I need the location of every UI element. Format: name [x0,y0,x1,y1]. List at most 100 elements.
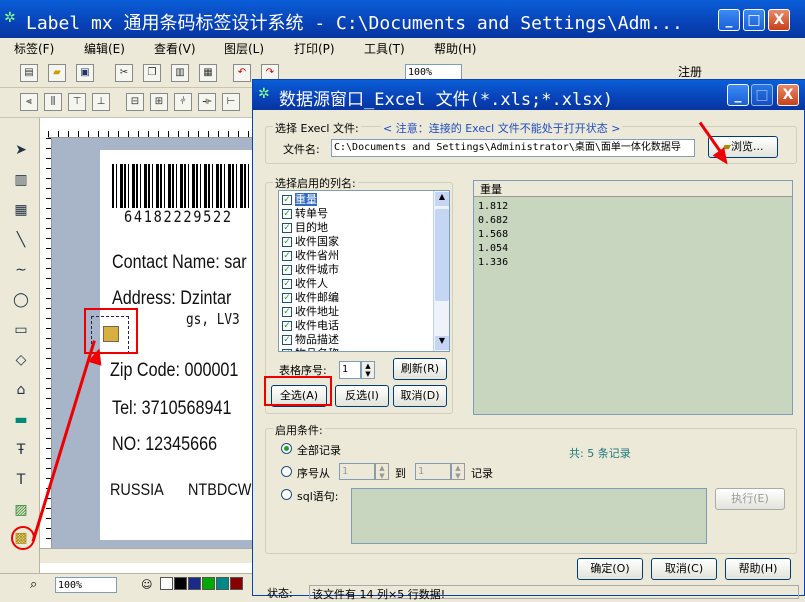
toolbar-zoom-select[interactable]: 100% [405,64,462,80]
column-item[interactable]: ✓ 转单号 [281,207,328,221]
checkbox-icon[interactable]: ✓ [282,237,292,247]
column-item[interactable]: ✓ 重量 [281,193,317,207]
save-icon[interactable]: ▣ [76,64,94,82]
ok-button[interactable]: 确定(O) [577,558,643,580]
register-button[interactable]: 注册 [678,63,702,80]
range-radio[interactable] [281,466,292,477]
checkbox-icon[interactable]: ✓ [282,223,292,233]
cut-icon[interactable]: ✂ [115,64,133,82]
magnifier-icon[interactable]: ⌕ [30,577,37,592]
clear-selection-button[interactable]: 取消(D) [393,385,447,407]
column-item[interactable]: ✓ 收件地址 [281,305,339,319]
diamond-tool-icon[interactable]: ◇ [10,350,32,370]
align-bottom-icon[interactable]: ⊥ [92,93,110,111]
distribute-v-icon[interactable]: ⟛ [198,93,216,111]
column-item[interactable]: ✓ 收件城市 [281,263,339,277]
address-text-line2[interactable]: gs, LV3 [186,310,240,328]
grid-cell[interactable]: 1.812 [478,201,508,212]
menu-layer[interactable]: 图层(L) [224,40,264,57]
contact-text[interactable]: Contact Name: sar [112,252,247,274]
range-to-input[interactable]: 1 [415,463,451,480]
column-item[interactable]: ✓ 收件省州 [281,249,339,263]
tel-text[interactable]: Tel: 3710568941 [112,398,231,420]
new-file-icon[interactable]: ▤ [20,64,38,82]
polygon-tool-icon[interactable]: ⌂ [10,380,32,400]
help-button[interactable]: 帮助(H) [725,558,791,580]
code-text[interactable]: NTBDCW [188,480,251,500]
no-text[interactable]: NO: 12345666 [112,434,217,456]
center-h-icon[interactable]: ⊟ [126,93,144,111]
menu-print[interactable]: 打印(P) [294,40,335,57]
qrcode-tool-icon[interactable]: ▦ [10,200,32,220]
refresh-button[interactable]: 刷新(R) [393,358,447,380]
checkbox-icon[interactable]: ✓ [282,321,292,331]
dialog-title-bar[interactable]: ✲ 数据源窗口_Excel 文件(*.xls;*.xlsx) _ □ X [253,80,805,110]
same-width-icon[interactable]: ⊢ [222,93,240,111]
all-records-radio[interactable] [281,443,292,454]
range-from-input[interactable]: 1 [339,463,375,480]
menu-edit[interactable]: 编辑(E) [84,40,125,57]
grid-cell[interactable]: 0.682 [478,215,508,226]
curve-tool-icon[interactable]: ∼ [10,260,32,280]
center-v-icon[interactable]: ⊞ [150,93,168,111]
rectangle-tool-icon[interactable]: ▭ [10,320,32,340]
column-item[interactable]: ✓物品名称 [281,347,339,351]
menu-help[interactable]: 帮助(H) [434,40,476,57]
close-button[interactable]: X [768,9,790,31]
checkbox-icon[interactable]: ✓ [282,293,292,303]
country-text[interactable]: RUSSIA [110,480,164,500]
paste-icon[interactable]: ▥ [171,64,189,82]
fill-tool-icon[interactable]: ▬ [10,410,32,430]
range-from-spinner[interactable]: ▲ ▼ [375,463,389,480]
color-swatch-green[interactable] [202,577,215,590]
menu-tools[interactable]: 工具(T) [364,40,405,57]
open-folder-icon[interactable]: ▰ [48,64,66,82]
sheet-spinner[interactable]: ▲ ▼ [361,361,375,379]
color-swatch-navy[interactable] [188,577,201,590]
range-to-spinner[interactable]: ▲ ▼ [451,463,465,480]
checkbox-icon[interactable]: ✓ [282,195,292,205]
text-tool-icon[interactable]: Ŧ [10,440,32,460]
grid-cell[interactable]: 1.054 [478,243,508,254]
menu-view[interactable]: 查看(V) [154,40,196,57]
maximize-button[interactable]: □ [743,9,765,31]
invert-selection-button[interactable]: 反选(I) [335,385,389,407]
sql-radio[interactable] [281,489,292,500]
checkbox-icon[interactable]: ✓ [282,307,292,317]
checkbox-icon[interactable]: ✓ [282,335,292,345]
grid-cell[interactable]: 1.568 [478,229,508,240]
column-item[interactable]: ✓ 收件国家 [281,235,339,249]
column-item[interactable]: ✓ 收件邮编 [281,291,339,305]
color-swatch-maroon[interactable] [230,577,243,590]
smiley-icon[interactable]: ☺ [141,578,152,591]
undo-icon[interactable]: ↶ [233,64,251,82]
column-item[interactable]: ✓ 物品描述 [281,333,339,347]
distribute-h-icon[interactable]: ⫩ [174,93,192,111]
delete-icon[interactable]: ▦ [199,64,217,82]
line-tool-icon[interactable]: ╲ [10,230,32,250]
dialog-minimize-button[interactable]: _ [727,84,749,106]
minimize-button[interactable]: _ [718,9,740,31]
scroll-down-icon[interactable]: ▼ [435,336,449,350]
column-item[interactable]: ✓ 收件电话 [281,319,339,333]
checkbox-icon[interactable]: ✓ [282,349,292,351]
copy-icon[interactable]: ❐ [143,64,161,82]
column-listbox[interactable]: ✓ 重量 ✓ 转单号 ✓ 目的地 ✓ 收件国家 ✓ 收件省州 ✓ 收件城市 ✓ 收件人 ✓ 收件邮编 ✓ 收件地址… [278,190,450,352]
image-tool-icon[interactable]: ▨ [10,500,32,520]
horizontal-scrollbar[interactable] [40,548,255,563]
color-swatch-teal[interactable] [216,577,229,590]
align-left-icon[interactable]: ⫷ [20,93,38,111]
column-item[interactable]: ✓ 收件人 [281,277,328,291]
ellipse-tool-icon[interactable]: ◯ [10,290,32,310]
scroll-thumb[interactable] [435,209,449,301]
menu-label[interactable]: 标签(F) [14,40,54,57]
align-center-icon[interactable]: ⫼ [44,93,62,111]
address-text[interactable]: Address: Dzintar [112,288,231,310]
barcode-element[interactable] [112,164,255,208]
column-item[interactable]: ✓ 目的地 [281,221,328,235]
dialog-close-button[interactable]: X [777,84,799,106]
color-swatch-black[interactable] [174,577,187,590]
zip-text[interactable]: Zip Code: 000001 [110,360,238,382]
scroll-up-icon[interactable]: ▲ [435,192,449,206]
textbox-tool-icon[interactable]: T [10,470,32,490]
